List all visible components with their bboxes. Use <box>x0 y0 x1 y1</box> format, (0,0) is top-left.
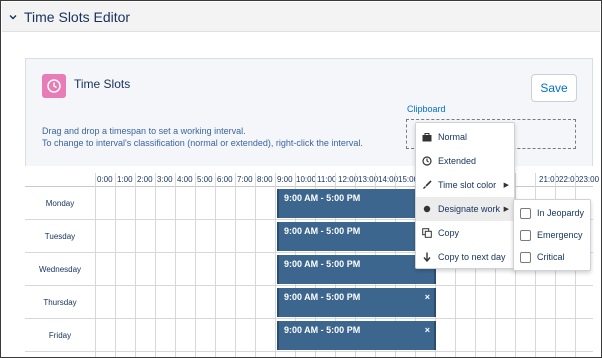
menu-item-label: Designate work <box>438 204 501 214</box>
close-icon[interactable]: × <box>425 292 430 302</box>
hour-label: 2:00 <box>137 175 153 184</box>
close-icon[interactable]: × <box>425 325 430 335</box>
context-menu: Normal Extended Time slot color ▶ Design… <box>415 122 515 269</box>
hour-label: 21:00 <box>539 175 560 184</box>
menu-item-time-slot-color[interactable]: Time slot color ▶ <box>416 173 514 197</box>
time-slot[interactable]: 9:00 AM - 5:00 PM × <box>277 321 436 350</box>
brush-icon <box>416 180 438 190</box>
designate-work-submenu: In Jeopardy Emergency Critical <box>513 199 591 271</box>
briefcase-icon <box>416 132 438 142</box>
hour-label: 3:00 <box>157 175 173 184</box>
checkbox[interactable] <box>520 229 531 241</box>
hour-label: 8:00 <box>257 175 273 184</box>
hour-label: 10:00 <box>296 175 317 184</box>
hour-label: 22:00 <box>559 175 580 184</box>
hour-label: 4:00 <box>177 175 193 184</box>
menu-item-extended[interactable]: Extended <box>416 149 514 173</box>
submenu-arrow-icon: ▶ <box>503 206 509 213</box>
hour-label: 11:00 <box>317 175 337 184</box>
hour-label: 9:00 <box>277 175 293 184</box>
clipboard-label: Clipboard <box>407 104 446 114</box>
save-button[interactable]: Save <box>531 74 577 102</box>
arrow-down-icon <box>416 252 438 262</box>
dot-icon <box>416 205 438 213</box>
instruction-text: To change to interval's classification (… <box>42 138 363 148</box>
time-slot-label: 9:00 AM - 5:00 PM <box>284 226 361 236</box>
checkbox[interactable] <box>520 251 531 263</box>
hour-label: 5:00 <box>197 175 213 184</box>
hour-label: 7:00 <box>237 175 253 184</box>
day-label: Thursday <box>43 297 77 307</box>
hour-label: 6:00 <box>217 175 233 184</box>
chevron-down-icon[interactable] <box>2 12 24 22</box>
page-title: Time Slots Editor <box>24 8 131 25</box>
day-label: Tuesday <box>44 231 76 241</box>
hour-label: 1:00 <box>117 175 133 184</box>
submenu-item-label: Critical <box>537 252 565 262</box>
clock-icon <box>42 74 66 98</box>
checkbox[interactable] <box>520 207 531 219</box>
submenu-item-label: In Jeopardy <box>537 208 585 218</box>
time-slot-label: 9:00 AM - 5:00 PM <box>284 325 361 335</box>
time-slot[interactable]: 9:00 AM - 5:00 PM <box>277 255 436 284</box>
submenu-item-label: Emergency <box>537 230 583 240</box>
menu-item-label: Time slot color <box>438 180 497 190</box>
menu-item-label: Copy to next day <box>438 252 506 262</box>
menu-item-label: Normal <box>438 132 468 142</box>
time-slot-label: 9:00 AM - 5:00 PM <box>284 259 361 269</box>
time-slot-label: 9:00 AM - 5:00 PM <box>284 292 361 302</box>
submenu-item-critical[interactable]: Critical <box>520 247 565 267</box>
time-slot[interactable]: 9:00 AM - 5:00 PM <box>277 222 436 251</box>
day-label: Monday <box>45 198 75 208</box>
submenu-item-in-jeopardy[interactable]: In Jeopardy <box>520 203 584 223</box>
day-row-friday[interactable]: Friday 9:00 AM - 5:00 PM × <box>25 319 593 352</box>
app-frame: Time Slots Editor Time Slots Save Clipbo… <box>0 0 602 358</box>
menu-item-label: Extended <box>438 156 477 166</box>
instruction-text: Drag and drop a timespan to set a workin… <box>42 126 246 136</box>
hour-label: 23:00 <box>579 175 600 184</box>
time-slot[interactable]: 9:00 AM - 5:00 PM <box>277 189 436 218</box>
menu-item-copy[interactable]: Copy <box>416 221 514 245</box>
time-slot-label: 9:00 AM - 5:00 PM <box>284 193 361 203</box>
section-header[interactable]: Time Slots Editor <box>2 2 600 32</box>
clock-icon <box>416 156 438 166</box>
day-label: Friday <box>48 330 72 340</box>
menu-item-designate-work[interactable]: Designate work ▶ <box>416 197 514 221</box>
time-slot[interactable]: 9:00 AM - 5:00 PM × <box>277 288 436 317</box>
day-label: Wednesday <box>38 264 82 274</box>
card-title: Time Slots <box>74 77 131 91</box>
submenu-item-emergency[interactable]: Emergency <box>520 225 583 245</box>
day-row-thursday[interactable]: Thursday 9:00 AM - 5:00 PM × <box>25 286 593 319</box>
copy-icon <box>416 228 438 238</box>
menu-item-label: Copy <box>438 228 460 238</box>
menu-item-normal[interactable]: Normal <box>416 125 514 149</box>
submenu-arrow-icon: ▶ <box>503 182 509 189</box>
menu-item-copy-to-next-day[interactable]: Copy to next day <box>416 245 514 269</box>
hour-label: 0:00 <box>97 175 113 184</box>
